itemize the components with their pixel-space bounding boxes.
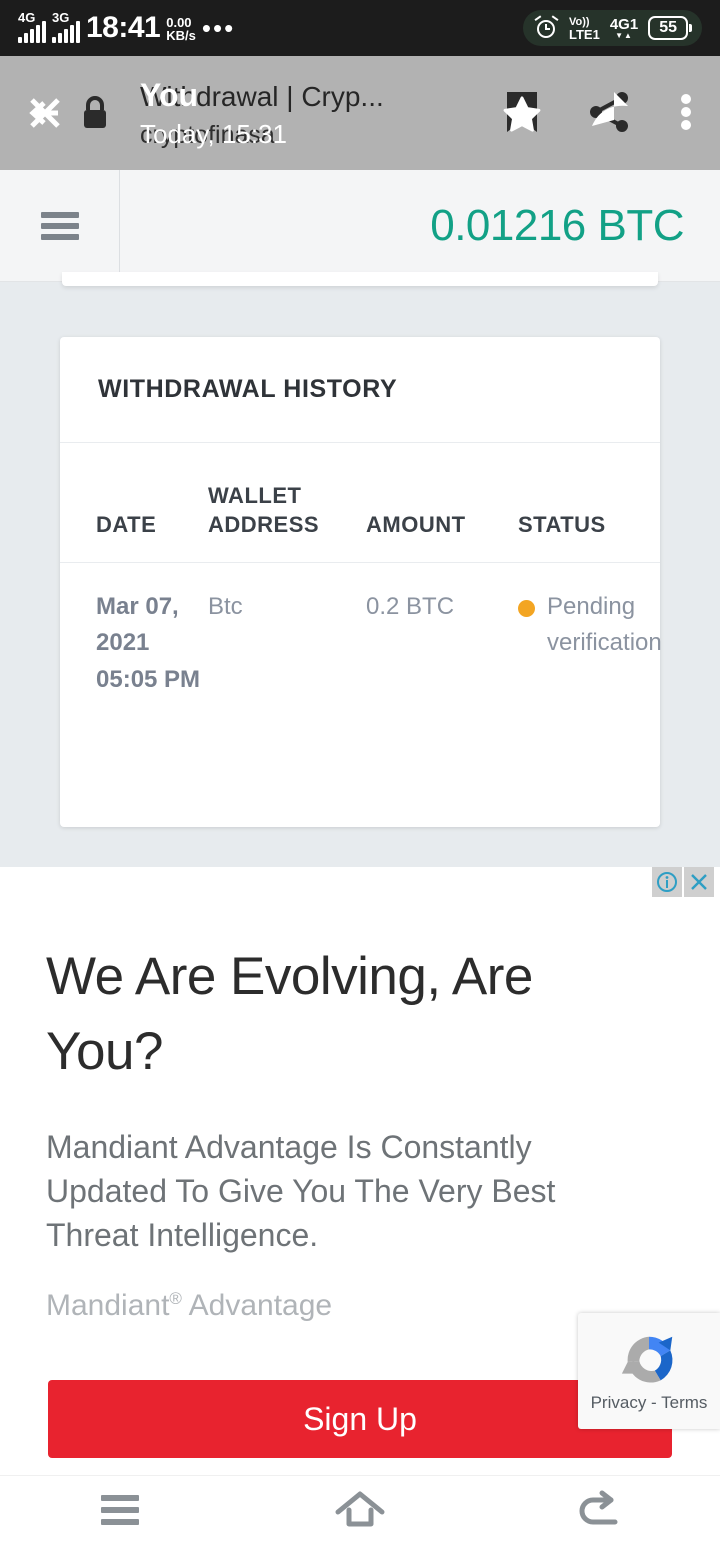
registered-mark: ® — [169, 1289, 182, 1308]
cell-amount: 0.2 BTC — [366, 593, 455, 620]
site-security-lock[interactable] — [72, 86, 118, 140]
mobile-data-label: 4G — [609, 15, 630, 33]
adchoices-info-button[interactable] — [652, 867, 682, 897]
status-badge: Pending verification — [547, 593, 662, 657]
home-button[interactable] — [300, 1476, 420, 1544]
android-navigation-bar — [0, 1475, 720, 1544]
recaptcha-icon — [621, 1336, 673, 1383]
column-header-wallet-address: WALLET ADDRESS — [208, 482, 320, 538]
withdrawal-history-card: WITHDRAWAL HISTORY DATE WALLET ADDRESS A… — [60, 337, 662, 827]
ad-headline: We Are Evolving, Are You? — [46, 947, 533, 1082]
battery-indicator: 55 — [648, 16, 692, 40]
ad-body-text: Mandiant Advantage Is Constantly Updated… — [46, 1129, 556, 1254]
recents-button[interactable] — [60, 1476, 180, 1544]
recents-icon — [101, 1489, 139, 1531]
alarm-clock-icon — [534, 15, 559, 40]
data-speed-value: 0.00 — [166, 14, 192, 30]
mobile-data-indicator: 4G1 ▼▲ — [610, 17, 638, 40]
site-balance-bar: 0.01216 BTC — [0, 169, 720, 282]
browser-toolbar: Withdrawal | Cryp... cryptofinasa You To… — [0, 56, 720, 170]
ad-badges — [652, 867, 714, 897]
battery-level-label: 55 — [648, 16, 688, 40]
ad-advertiser-name: Mandiant® Advantage — [46, 1289, 332, 1323]
status-dot-icon — [518, 600, 535, 617]
signal-primary-label: 4G — [18, 10, 36, 25]
signal-indicator-secondary: 3G — [52, 10, 80, 43]
table-row: Mar 07, 2021 05:05 PM Btc 0.2 BTC Pendin… — [60, 563, 662, 698]
overlay-sender-name: You — [140, 77, 199, 113]
status-bar-right: Vo)) LTE1 4G1 ▼▲ 55 — [523, 9, 702, 47]
android-status-bar: 4G 3G 18:41 0.00 KB/s ••• Vo)) LTE1 4G1 … — [0, 0, 720, 56]
status-bar-clock: 18:41 — [86, 11, 161, 44]
lock-icon — [84, 96, 106, 128]
signal-indicator-primary: 4G — [18, 10, 46, 43]
ad-close-button[interactable] — [684, 867, 714, 897]
mobile-data-sub: 1 — [629, 15, 639, 33]
advertiser-brand: Mandiant — [46, 1289, 170, 1322]
btc-balance-value: 0.01216 BTC — [430, 200, 684, 250]
column-header-amount: AMOUNT — [366, 512, 466, 538]
battery-nub-icon — [689, 24, 692, 32]
address-bar[interactable]: Withdrawal | Cryp... cryptofinasa You To… — [126, 73, 498, 153]
previous-card-stub — [62, 272, 658, 286]
withdrawal-history-title: WITHDRAWAL HISTORY — [60, 337, 660, 443]
recaptcha-badge[interactable]: Privacy - Terms — [578, 1313, 720, 1429]
toolbar-actions — [498, 86, 698, 140]
advertiser-product: Advantage — [188, 1289, 333, 1322]
back-icon — [579, 1490, 618, 1525]
page-content: WITHDRAWAL HISTORY DATE WALLET ADDRESS A… — [0, 272, 720, 867]
column-header-status: STATUS — [518, 512, 606, 538]
close-icon — [691, 874, 707, 890]
share-button[interactable] — [584, 86, 636, 140]
volte-label: Vo)) — [569, 15, 590, 28]
more-vertical-icon — [681, 94, 691, 130]
recaptcha-privacy-terms-label[interactable]: Privacy - Terms — [591, 1393, 708, 1413]
cell-status: Pending verification — [518, 589, 662, 698]
cell-wallet-address: Btc — [208, 593, 243, 620]
status-bar-left: 4G 3G 18:41 0.00 KB/s ••• — [18, 10, 523, 44]
close-icon — [29, 98, 60, 128]
data-speed-unit: KB/s — [166, 28, 196, 44]
volte-indicator: Vo)) LTE1 — [569, 14, 600, 42]
close-button[interactable] — [18, 86, 72, 140]
cell-date: Mar 07, 2021 05:05 PM — [96, 593, 201, 693]
back-button[interactable] — [540, 1476, 660, 1544]
signal-bars-secondary-icon — [52, 21, 80, 43]
site-menu-button[interactable] — [0, 169, 120, 282]
table-header-row: DATE WALLET ADDRESS AMOUNT STATUS — [60, 443, 660, 563]
data-speed-indicator: 0.00 KB/s — [166, 16, 196, 43]
data-transfer-arrows-icon: ▼▲ — [615, 30, 633, 40]
overlay-timestamp: Today, 15:31 — [140, 119, 287, 149]
volte-network-label: LTE1 — [569, 27, 600, 43]
adchoices-info-icon — [657, 872, 677, 892]
bookmark-button[interactable] — [498, 86, 546, 140]
overflow-menu-button[interactable] — [674, 86, 698, 140]
column-header-date: DATE — [96, 512, 157, 538]
bookmark-star-icon — [503, 92, 541, 132]
signal-secondary-label: 3G — [52, 10, 70, 25]
hamburger-menu-icon — [40, 207, 79, 245]
share-icon — [590, 92, 628, 132]
status-bar-overflow-dots: ••• — [201, 13, 236, 44]
signal-bars-primary-icon — [18, 21, 46, 43]
home-icon — [335, 1491, 385, 1527]
